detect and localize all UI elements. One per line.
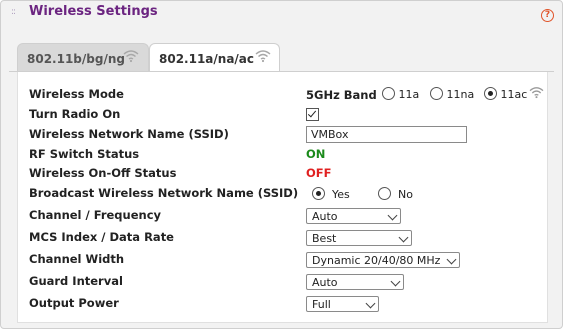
row-channel-width: Channel Width Dynamic 20/40/80 MHz — [18, 249, 547, 271]
channel-width-select[interactable]: Dynamic 20/40/80 MHz — [306, 252, 460, 268]
rf-switch-status: ON — [306, 147, 326, 161]
tab-label: 802.11b/bg/ng — [27, 52, 125, 66]
row-guard-interval: Guard Interval Auto — [18, 271, 547, 293]
mcs-value: Best — [312, 232, 337, 245]
label-channel-width: Channel Width — [29, 252, 125, 266]
row-broadcast: Broadcast Wireless Network Name (SSID) Y… — [18, 183, 547, 205]
radio-11ac[interactable]: 11ac — [484, 87, 527, 101]
label-broadcast: Broadcast Wireless Network Name (SSID) — [29, 186, 299, 200]
output-power-value: Full — [312, 298, 331, 311]
row-channel: Channel / Frequency Auto — [18, 205, 547, 227]
radio-broadcast-yes[interactable]: Yes — [312, 187, 350, 201]
band-label: 5GHz Band — [306, 88, 377, 102]
wifi-icon — [123, 50, 139, 63]
guard-interval-value: Auto — [312, 276, 338, 289]
chevron-down-icon — [387, 210, 398, 221]
label-onoff-status: Wireless On-Off Status — [29, 166, 177, 180]
mcs-select[interactable]: Best — [306, 230, 412, 246]
ssid-input[interactable]: VMBox — [306, 126, 467, 143]
chevron-down-icon — [390, 276, 401, 287]
radio-11na[interactable]: 11na — [430, 87, 474, 101]
panel-header: :: Wireless Settings ? — [1, 1, 562, 25]
label-wireless-mode: Wireless Mode — [29, 87, 124, 101]
chevron-down-icon — [365, 298, 376, 309]
output-power-select[interactable]: Full — [306, 296, 379, 312]
label-turn-radio-on: Turn Radio On — [29, 107, 121, 121]
radio-yes-label: Yes — [332, 188, 350, 201]
ssid-value: VMBox — [311, 128, 349, 141]
page-title: Wireless Settings — [29, 4, 158, 19]
chevron-down-icon — [446, 254, 457, 265]
label-ssid: Wireless Network Name (SSID) — [29, 127, 229, 141]
label-output-power: Output Power — [29, 296, 119, 310]
row-onoff-status: Wireless On-Off Status OFF — [18, 163, 547, 185]
label-mcs: MCS Index / Data Rate — [29, 230, 174, 244]
row-ssid: Wireless Network Name (SSID) VMBox — [18, 124, 547, 146]
radio-no-label: No — [398, 188, 413, 201]
onoff-status-value: OFF — [306, 166, 332, 180]
row-turn-radio-on: Turn Radio On — [18, 104, 547, 126]
radio-11a[interactable]: 11a — [382, 87, 419, 101]
settings-form: Wireless Mode 5GHz Band 11a 11na 11ac Tu… — [17, 72, 548, 323]
radio-11ac-label: 11ac — [500, 88, 528, 101]
wireless-settings-panel: :: Wireless Settings ? 802.11b/bg/ng 802… — [0, 0, 563, 329]
label-rf-switch: RF Switch Status — [29, 147, 140, 161]
turn-radio-on-checkbox[interactable] — [306, 108, 319, 121]
row-output-power: Output Power Full — [18, 293, 547, 315]
channel-value: Auto — [312, 210, 338, 223]
row-wireless-mode: Wireless Mode 5GHz Band 11a 11na 11ac — [18, 84, 547, 106]
radio-broadcast-no[interactable]: No — [378, 187, 413, 201]
tab-802-11a-na-ac[interactable]: 802.11a/na/ac — [149, 43, 280, 73]
label-channel: Channel / Frequency — [29, 208, 162, 222]
chevron-down-icon — [398, 232, 409, 243]
row-mcs: MCS Index / Data Rate Best — [18, 227, 547, 249]
tab-802-11b-bg-ng[interactable]: 802.11b/bg/ng — [17, 43, 149, 72]
channel-select[interactable]: Auto — [306, 208, 401, 224]
help-icon[interactable]: ? — [541, 9, 554, 22]
wifi-icon — [529, 87, 544, 99]
radio-11na-label: 11na — [446, 88, 475, 101]
channel-width-value: Dynamic 20/40/80 MHz — [312, 254, 441, 267]
radio-11a-label: 11a — [398, 88, 420, 101]
drag-handle-icon[interactable]: :: — [11, 7, 16, 17]
tab-label: 802.11a/na/ac — [159, 52, 255, 66]
label-guard-interval: Guard Interval — [29, 274, 123, 288]
wifi-icon — [255, 50, 271, 63]
guard-interval-select[interactable]: Auto — [306, 274, 404, 290]
